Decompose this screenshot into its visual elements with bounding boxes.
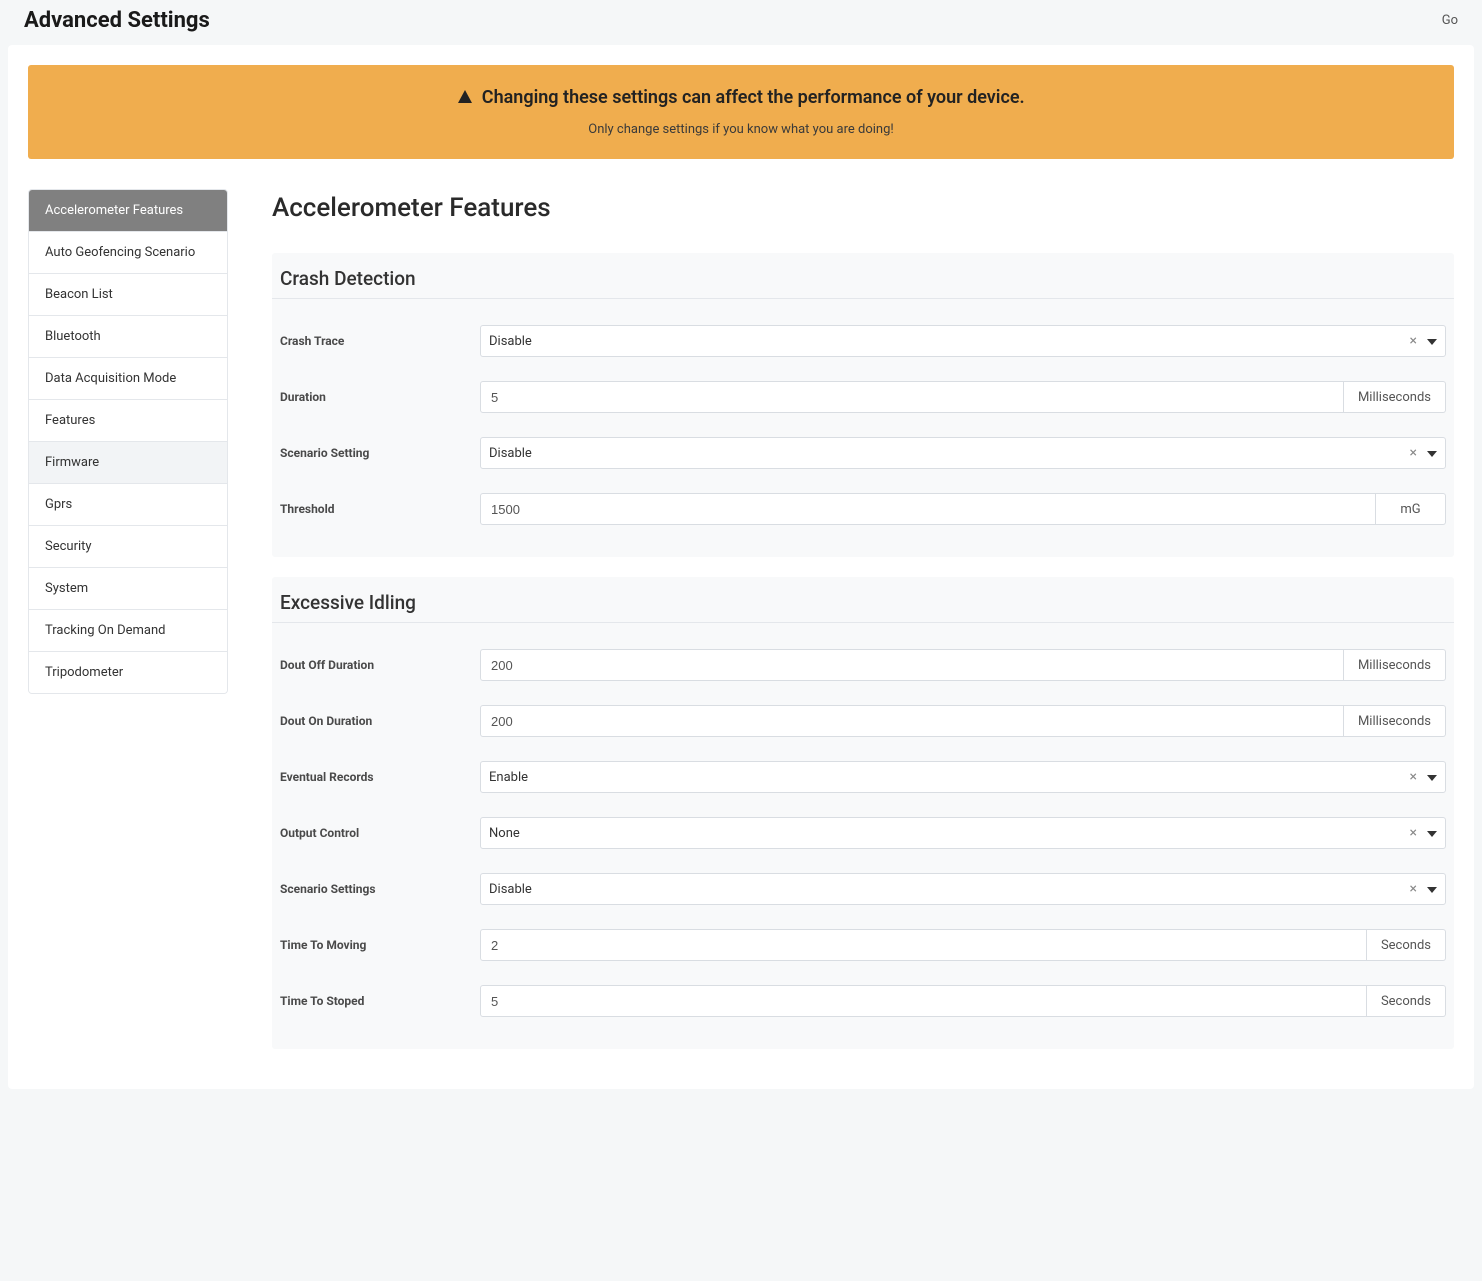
row-threshold: Threshold mG [272, 481, 1454, 537]
sidebar-item-security[interactable]: Security [29, 526, 227, 568]
select-value: Disable [489, 446, 1404, 461]
main-card: Changing these settings can affect the p… [8, 45, 1474, 1089]
chevron-down-icon[interactable] [1423, 881, 1437, 897]
clear-icon[interactable]: × [1404, 770, 1423, 784]
select-output-control[interactable]: None × [480, 817, 1446, 849]
input-duration[interactable] [480, 381, 1344, 413]
chevron-down-icon[interactable] [1423, 445, 1437, 461]
section-crash-detection: Crash Detection Crash Trace Disable × [272, 253, 1454, 557]
page-title: Accelerometer Features [272, 193, 1454, 223]
row-time-to-moving: Time To Moving Seconds [272, 917, 1454, 973]
clear-icon[interactable]: × [1404, 446, 1423, 460]
label-dout-off: Dout Off Duration [280, 658, 480, 672]
label-output-control: Output Control [280, 826, 480, 840]
warning-title: Changing these settings can affect the p… [482, 87, 1025, 108]
select-scenario-setting[interactable]: Disable × [480, 437, 1446, 469]
sidebar-item-features[interactable]: Features [29, 400, 227, 442]
sidebar-item-auto-geofencing-scenario[interactable]: Auto Geofencing Scenario [29, 232, 227, 274]
row-output-control: Output Control None × [272, 805, 1454, 861]
go-link[interactable]: Go [1442, 13, 1458, 28]
label-eventual-records: Eventual Records [280, 770, 480, 784]
warning-icon [457, 89, 473, 110]
sidebar-list: Accelerometer FeaturesAuto Geofencing Sc… [28, 189, 228, 694]
input-time-to-moving[interactable] [480, 929, 1367, 961]
row-crash-trace: Crash Trace Disable × [272, 313, 1454, 369]
select-value: None [489, 826, 1404, 841]
label-dout-on: Dout On Duration [280, 714, 480, 728]
input-dout-on[interactable] [480, 705, 1344, 737]
label-crash-trace: Crash Trace [280, 334, 480, 348]
unit-threshold: mG [1376, 493, 1446, 525]
unit-duration: Milliseconds [1344, 381, 1446, 413]
label-duration: Duration [280, 390, 480, 404]
clear-icon[interactable]: × [1404, 882, 1423, 896]
unit-dout-on: Milliseconds [1344, 705, 1446, 737]
page-main-title: Advanced Settings [24, 8, 210, 33]
label-scenario-settings: Scenario Settings [280, 882, 480, 896]
unit-time-to-moving: Seconds [1367, 929, 1446, 961]
select-value: Enable [489, 770, 1404, 785]
unit-dout-off: Milliseconds [1344, 649, 1446, 681]
warning-subtitle: Only change settings if you know what yo… [48, 122, 1434, 137]
label-time-to-stoped: Time To Stoped [280, 994, 480, 1008]
sidebar-item-firmware[interactable]: Firmware [29, 442, 227, 484]
sidebar-item-bluetooth[interactable]: Bluetooth [29, 316, 227, 358]
sidebar-item-beacon-list[interactable]: Beacon List [29, 274, 227, 316]
row-scenario-setting: Scenario Setting Disable × [272, 425, 1454, 481]
chevron-down-icon[interactable] [1423, 333, 1437, 349]
sidebar-item-accelerometer-features[interactable]: Accelerometer Features [29, 190, 227, 232]
sidebar-item-data-acquisition-mode[interactable]: Data Acquisition Mode [29, 358, 227, 400]
section-title-idling: Excessive Idling [272, 577, 1454, 623]
label-time-to-moving: Time To Moving [280, 938, 480, 952]
row-dout-off: Dout Off Duration Milliseconds [272, 637, 1454, 693]
input-threshold[interactable] [480, 493, 1376, 525]
row-eventual-records: Eventual Records Enable × [272, 749, 1454, 805]
select-crash-trace[interactable]: Disable × [480, 325, 1446, 357]
row-time-to-stoped: Time To Stoped Seconds [272, 973, 1454, 1029]
sidebar-item-gprs[interactable]: Gprs [29, 484, 227, 526]
input-dout-off[interactable] [480, 649, 1344, 681]
content-area: Accelerometer FeaturesAuto Geofencing Sc… [28, 189, 1454, 1069]
settings-sidebar: Accelerometer FeaturesAuto Geofencing Sc… [28, 189, 228, 1069]
page-header: Advanced Settings Go [0, 0, 1482, 45]
row-scenario-settings: Scenario Settings Disable × [272, 861, 1454, 917]
section-title-crash: Crash Detection [272, 253, 1454, 299]
row-dout-on: Dout On Duration Milliseconds [272, 693, 1454, 749]
sidebar-item-tripodometer[interactable]: Tripodometer [29, 652, 227, 693]
section-excessive-idling: Excessive Idling Dout Off Duration Milli… [272, 577, 1454, 1049]
main-panel: Accelerometer Features Crash Detection C… [272, 189, 1454, 1069]
chevron-down-icon[interactable] [1423, 769, 1437, 785]
input-time-to-stoped[interactable] [480, 985, 1367, 1017]
select-value: Disable [489, 334, 1404, 349]
sidebar-item-system[interactable]: System [29, 568, 227, 610]
chevron-down-icon[interactable] [1423, 825, 1437, 841]
select-value: Disable [489, 882, 1404, 897]
unit-time-to-stoped: Seconds [1367, 985, 1446, 1017]
select-eventual-records[interactable]: Enable × [480, 761, 1446, 793]
label-threshold: Threshold [280, 502, 480, 516]
sidebar-item-tracking-on-demand[interactable]: Tracking On Demand [29, 610, 227, 652]
clear-icon[interactable]: × [1404, 334, 1423, 348]
select-scenario-settings[interactable]: Disable × [480, 873, 1446, 905]
warning-title-row: Changing these settings can affect the p… [48, 87, 1434, 110]
row-duration: Duration Milliseconds [272, 369, 1454, 425]
label-scenario-setting: Scenario Setting [280, 446, 480, 460]
clear-icon[interactable]: × [1404, 826, 1423, 840]
warning-banner: Changing these settings can affect the p… [28, 65, 1454, 159]
